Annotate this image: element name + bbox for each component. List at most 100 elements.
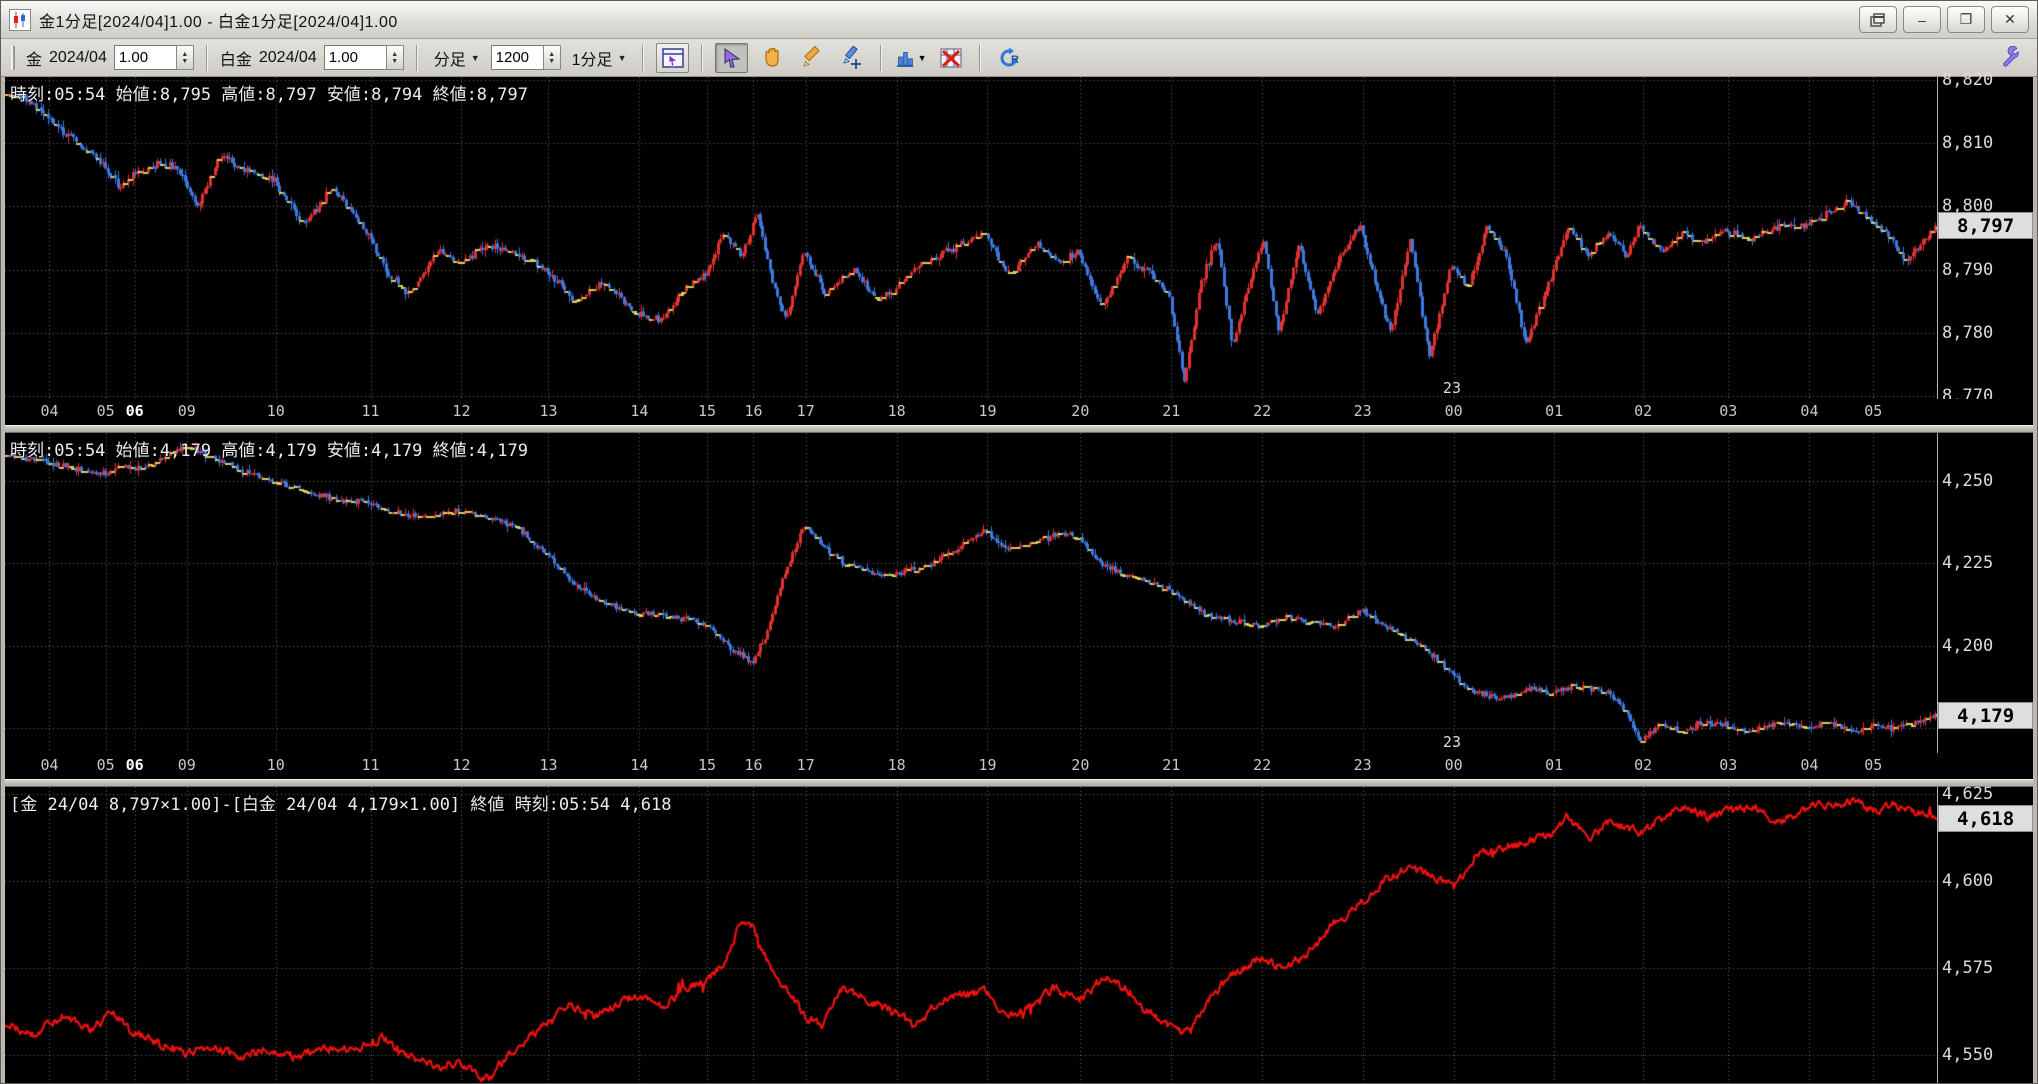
chart-window: 金1分足[2024/04]1.00 - 白金1分足[2024/04]1.00 –…: [0, 0, 2038, 1084]
spread-line-canvas[interactable]: [5, 787, 1938, 1084]
spread-price-axis[interactable]: 4,6254,6004,5754,5504,618: [1938, 787, 2033, 1084]
price-tick-label: 4,600: [1942, 871, 1993, 891]
time-tick-label: 09: [178, 756, 196, 774]
pointer-icon: [721, 47, 743, 69]
svg-text:R: R: [1011, 54, 1019, 66]
close-button[interactable]: ✕: [1991, 6, 2029, 33]
time-tick-label: 03: [1719, 402, 1737, 420]
time-tick-label: 06: [126, 756, 144, 774]
time-tick-label: 05: [97, 402, 115, 420]
bar-chart-icon: [895, 47, 915, 69]
bar-count-spinbox[interactable]: ▲▼: [491, 45, 561, 70]
platinum-candlestick-canvas[interactable]: [5, 433, 1938, 753]
title-bar: 金1分足[2024/04]1.00 - 白金1分足[2024/04]1.00 –…: [1, 1, 2037, 39]
bar-count-input[interactable]: [491, 45, 543, 70]
price-tick-label: 8,810: [1942, 133, 1993, 153]
platinum-time-axis: 0405060910111213141516171819202122230001…: [5, 753, 2033, 779]
time-tick-label: 03: [1719, 756, 1737, 774]
time-tick-label: 06: [126, 402, 144, 420]
bar-type-dropdown[interactable]: 分足▼: [430, 44, 484, 72]
delete-chart-button[interactable]: [934, 43, 967, 73]
reload-button[interactable]: R: [993, 43, 1026, 73]
toolbar-separator: [206, 45, 208, 71]
platinum-multiplier-spinbox[interactable]: ▲▼: [324, 45, 404, 70]
platinum-chart-panel: 時刻:05:54 始値:4,179 高値:4,179 安値:4,179 終値:4…: [5, 433, 2033, 779]
price-tick-label: 4,550: [1942, 1045, 1993, 1065]
day-change-label: 23: [1443, 379, 1461, 397]
bar-chart-menu-arrow: ▼: [918, 53, 927, 63]
platinum-multiplier-input[interactable]: [324, 45, 386, 70]
time-tick-label: 17: [797, 402, 815, 420]
bar-count-spinner[interactable]: ▲▼: [543, 45, 561, 70]
panel-divider[interactable]: [5, 425, 2033, 433]
chart-cursor-icon: [661, 46, 685, 70]
day-change-label: 23: [1443, 733, 1461, 751]
gold-multiplier-spinbox[interactable]: ▲▼: [114, 45, 194, 70]
price-tick-label: 4,250: [1942, 471, 1993, 491]
time-tick-label: 04: [40, 756, 58, 774]
toolbar-separator: [880, 45, 882, 71]
new-window-button[interactable]: [1859, 6, 1897, 33]
interval-dropdown[interactable]: 1分足▼: [568, 44, 631, 72]
toolbar-separator: [979, 45, 981, 71]
bar-chart-menu-button[interactable]: ▼: [894, 43, 927, 73]
hand-icon: [760, 46, 784, 70]
last-price-box: 4,179: [1938, 702, 2033, 729]
time-tick-label: 22: [1253, 402, 1271, 420]
time-tick-label: 23: [1354, 402, 1372, 420]
time-tick-label: 14: [630, 402, 648, 420]
panel-divider[interactable]: [5, 779, 2033, 787]
price-tick-label: 8,790: [1942, 260, 1993, 280]
time-tick-label: 15: [698, 402, 716, 420]
settings-button[interactable]: [1994, 43, 2027, 73]
price-tick-label: 8,780: [1942, 323, 1993, 343]
window-title: 金1分足[2024/04]1.00 - 白金1分足[2024/04]1.00: [39, 8, 398, 32]
minimize-button[interactable]: –: [1903, 6, 1941, 33]
gold-price-axis[interactable]: 8,8208,8108,8008,7908,7808,7708,797: [1938, 77, 2033, 399]
time-tick-label: 01: [1545, 756, 1563, 774]
last-price-box: 8,797: [1938, 212, 2033, 239]
platinum-plot-area[interactable]: 時刻:05:54 始値:4,179 高値:4,179 安値:4,179 終値:4…: [5, 433, 1938, 753]
time-tick-label: 02: [1634, 756, 1652, 774]
toolbar-separator: [642, 45, 644, 71]
spread-chart-panel: [金 24/04 8,797×1.00]-[白金 24/04 4,179×1.0…: [5, 787, 2033, 1084]
time-tick-label: 10: [267, 402, 285, 420]
time-tick-label: 16: [744, 756, 762, 774]
hand-pan-button[interactable]: [755, 43, 788, 73]
gold-time-axis: 0405060910111213141516171819202122230001…: [5, 399, 2033, 425]
price-tick-label: 4,625: [1942, 784, 1993, 804]
toolbar-separator: [416, 45, 418, 71]
price-tick-label: 4,225: [1942, 553, 1993, 573]
gold-multiplier-spinner[interactable]: ▲▼: [176, 45, 194, 70]
platinum-multiplier-spinner[interactable]: ▲▼: [386, 45, 404, 70]
wrench-icon: [1999, 46, 2023, 70]
maximize-button[interactable]: ❐: [1947, 6, 1985, 33]
spread-plot-area[interactable]: [金 24/04 8,797×1.00]-[白金 24/04 4,179×1.0…: [5, 787, 1938, 1084]
pen-crosshair-icon: [840, 46, 864, 70]
pointer-button[interactable]: [715, 43, 748, 73]
pen-crosshair-button[interactable]: [835, 43, 868, 73]
platinum-price-axis[interactable]: 4,250 4,225 4,200 4,179: [1938, 433, 2033, 753]
time-tick-label: 13: [539, 402, 557, 420]
reload-r-icon: R: [998, 46, 1022, 70]
time-tick-label: 19: [978, 756, 996, 774]
gold-candlestick-canvas[interactable]: [5, 77, 1938, 399]
chart-cursor-button[interactable]: [656, 43, 689, 73]
time-tick-label: 21: [1162, 756, 1180, 774]
gold-plot-area[interactable]: 時刻:05:54 始値:8,795 高値:8,797 安値:8,794 終値:8…: [5, 77, 1938, 399]
time-tick-label: 10: [267, 756, 285, 774]
gold-info-line: 時刻:05:54 始値:8,795 高値:8,797 安値:8,794 終値:8…: [10, 80, 528, 105]
pencil-draw-button[interactable]: [795, 43, 828, 73]
time-tick-label: 20: [1071, 402, 1089, 420]
toolbar-separator: [701, 45, 703, 71]
time-tick-label: 18: [888, 756, 906, 774]
price-tick-label: 4,200: [1942, 636, 1993, 656]
last-price-box: 4,618: [1938, 805, 2033, 832]
gold-month-label: 2024/04: [49, 49, 107, 67]
time-tick-label: 13: [539, 756, 557, 774]
time-tick-label: 21: [1162, 402, 1180, 420]
toolbar-grip[interactable]: [11, 46, 15, 70]
time-tick-label: 19: [978, 402, 996, 420]
candlestick-app-icon: [9, 9, 31, 31]
gold-multiplier-input[interactable]: [114, 45, 176, 70]
